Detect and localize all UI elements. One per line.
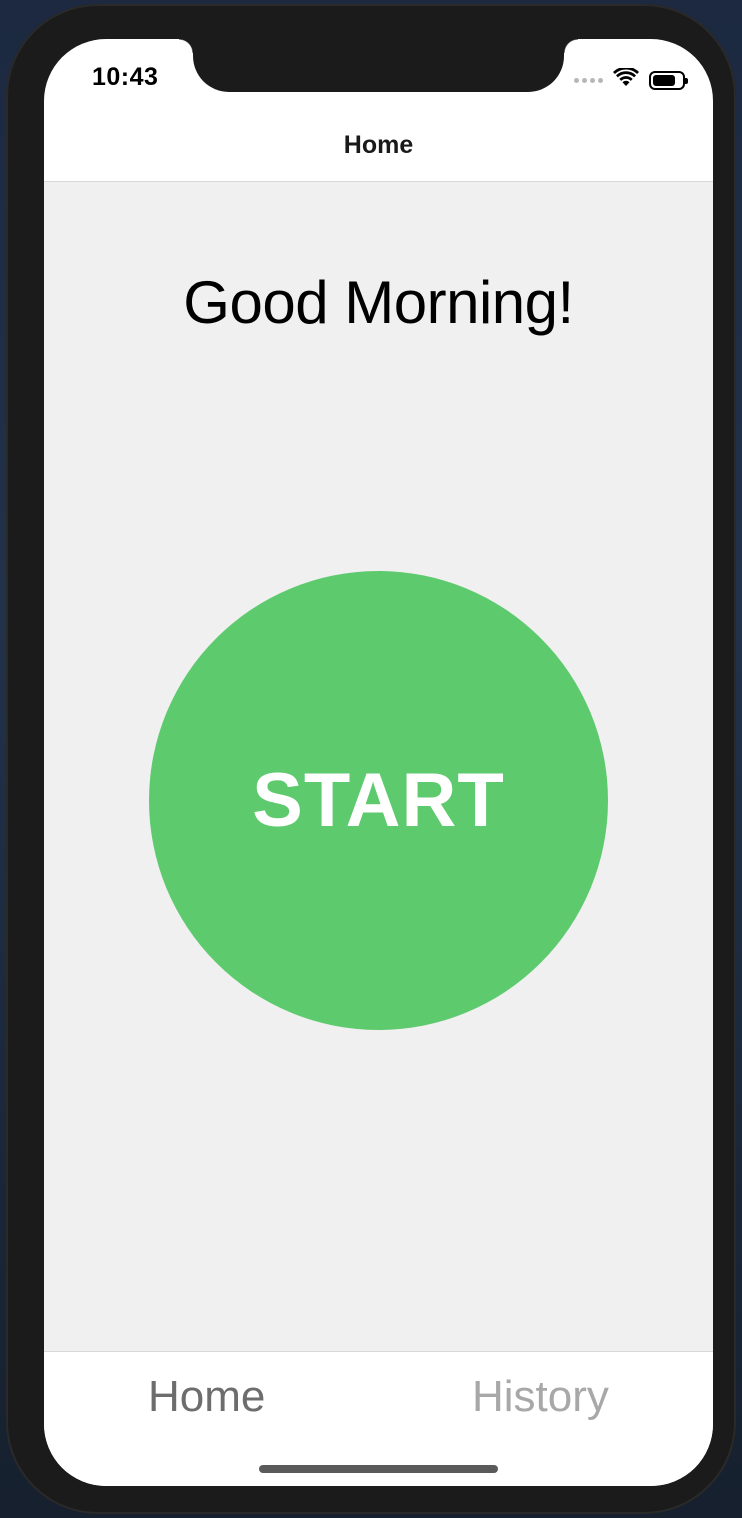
tab-history[interactable]: History (472, 1372, 609, 1422)
wifi-icon (613, 66, 639, 93)
greeting-text: Good Morning! (183, 269, 574, 336)
home-content: Good Morning! START (44, 182, 713, 1351)
phone-frame: 10:43 Home Good Morning! START Home Hist… (6, 4, 736, 1514)
device-notch (179, 39, 578, 92)
start-button-label: START (252, 758, 505, 843)
start-button[interactable]: START (149, 571, 608, 1030)
home-indicator[interactable] (259, 1465, 498, 1473)
phone-screen: 10:43 Home Good Morning! START Home Hist… (44, 39, 713, 1486)
tab-home[interactable]: Home (148, 1372, 265, 1422)
status-time: 10:43 (92, 63, 159, 91)
status-icons (574, 66, 688, 93)
navigation-bar: Home (44, 127, 713, 182)
nav-title: Home (343, 131, 414, 159)
cellular-signal-icon (574, 78, 603, 83)
battery-icon (649, 71, 688, 90)
